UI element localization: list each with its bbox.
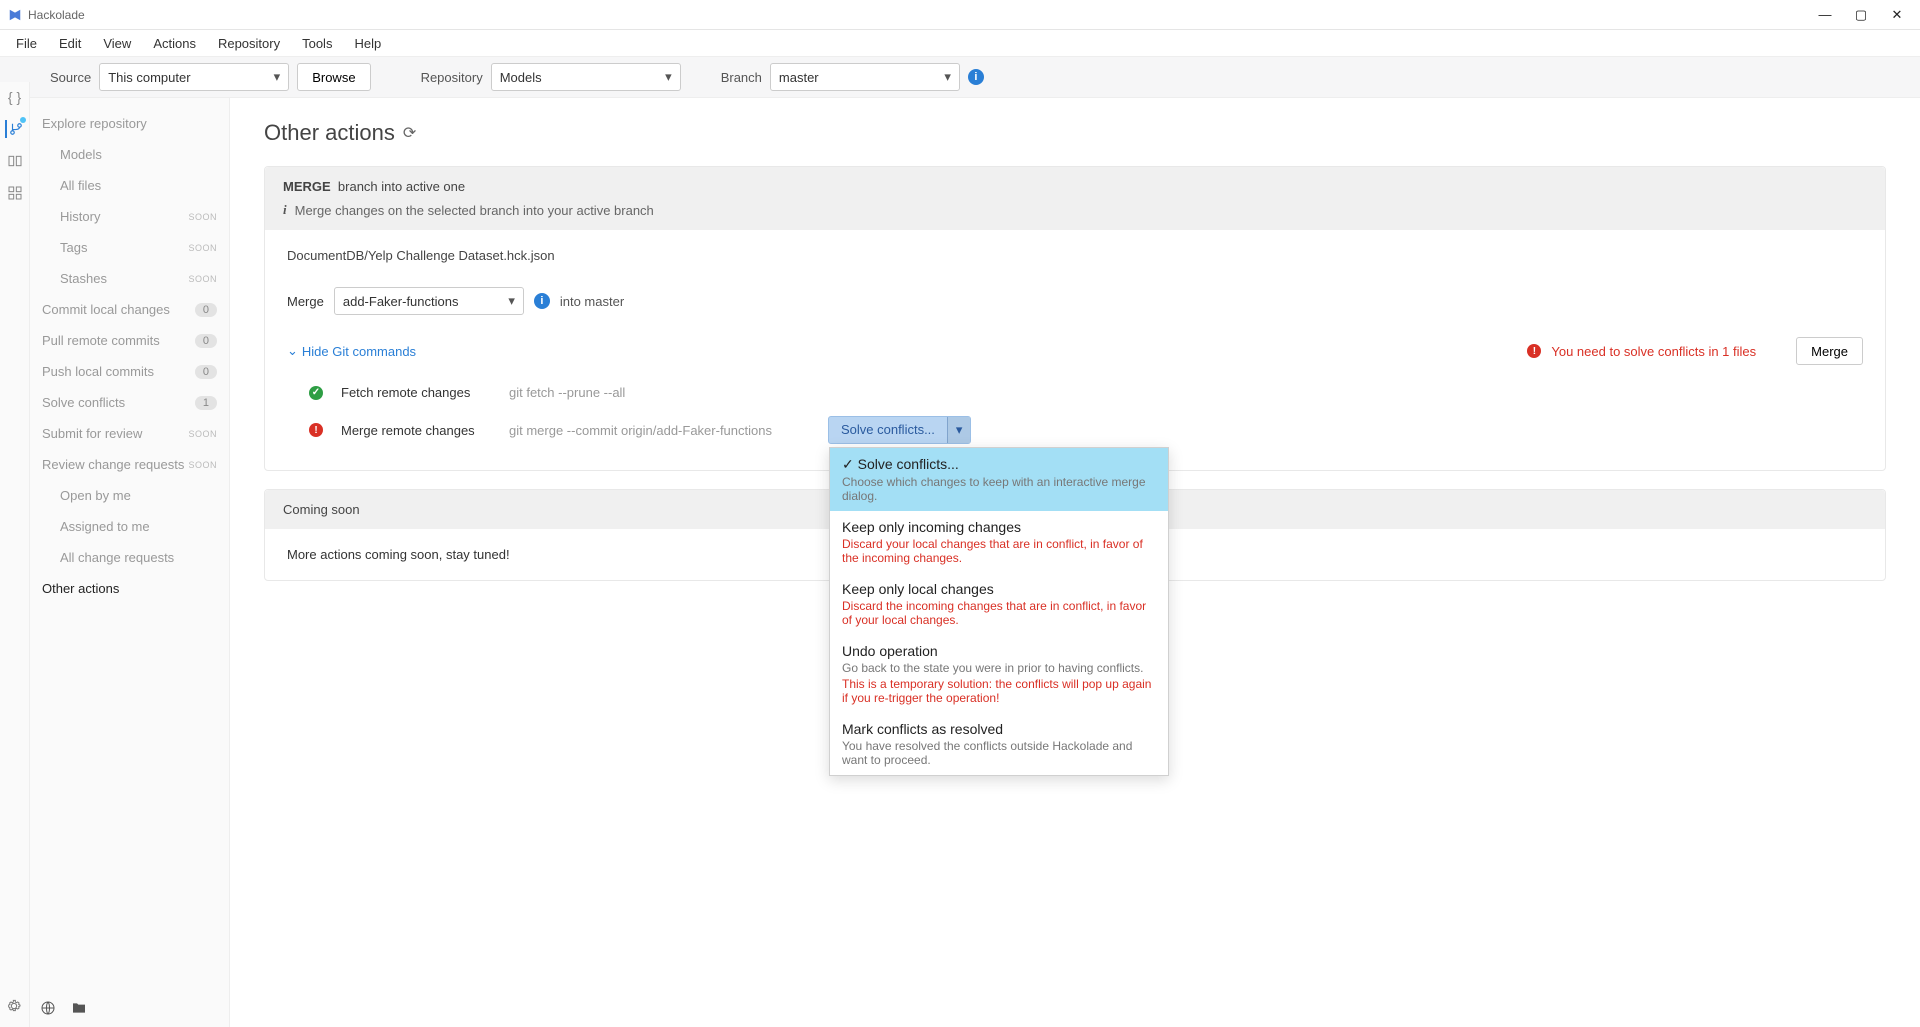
sidebar: Explore repository Models All files Hist… [30,98,230,1027]
sidebar-push[interactable]: Push local commits0 [30,356,229,387]
merge-label: Merge [287,294,324,309]
menu-actions[interactable]: Actions [143,34,206,53]
branch-select[interactable]: master [770,63,960,91]
sidebar-allcr[interactable]: All change requests [30,542,229,573]
menu-tools[interactable]: Tools [292,34,342,53]
merge-card: MERGE branch into active one iMerge chan… [264,166,1886,471]
dd-keep-incoming[interactable]: Keep only incoming changes Discard your … [830,511,1168,573]
menu-file[interactable]: File [6,34,47,53]
browse-button[interactable]: Browse [297,63,370,91]
settings-icon[interactable] [6,998,22,1017]
page-title: Other actions ⟳ [264,120,1886,146]
solve-conflicts-button[interactable]: Solve conflicts... ▾ ✓ Solve conflicts..… [828,416,971,444]
sidebar-stashes: StashesSOON [30,263,229,294]
dd-solve-conflicts[interactable]: ✓ Solve conflicts... Choose which change… [830,448,1168,511]
window-close[interactable]: ✕ [1890,8,1904,22]
warning-icon: ! [309,423,323,437]
info-icon[interactable]: i [968,69,984,85]
merge-remote-row: ! Merge remote changes git merge --commi… [287,408,1863,452]
repository-select[interactable]: Models [491,63,681,91]
dd-mark-resolved[interactable]: Mark conflicts as resolved You have reso… [830,713,1168,775]
fetch-row: ✓ Fetch remote changes git fetch --prune… [287,377,1863,408]
merge-card-desc: iMerge changes on the selected branch in… [283,202,1867,218]
check-icon: ✓ [309,386,323,400]
sidebar-solve[interactable]: Solve conflicts1 [30,387,229,418]
chevron-down-icon[interactable]: ▾ [947,417,971,443]
info-icon[interactable]: i [534,293,550,309]
sidebar-tags: TagsSOON [30,232,229,263]
dd-keep-local[interactable]: Keep only local changes Discard the inco… [830,573,1168,635]
grid-icon[interactable] [6,184,24,202]
menu-edit[interactable]: Edit [49,34,91,53]
sidebar-assigned[interactable]: Assigned to me [30,511,229,542]
hide-git-commands[interactable]: ⌄ Hide Git commands [287,343,416,359]
sidebar-review: Review change requestsSOON [30,449,229,480]
sidebar-submit: Submit for reviewSOON [30,418,229,449]
repository-label: Repository [421,70,483,85]
sidebar-models[interactable]: Models [30,139,229,170]
sidebar-commit[interactable]: Commit local changes0 [30,294,229,325]
sidebar-allfiles[interactable]: All files [30,170,229,201]
into-master-text: into master [560,294,624,309]
sidebar-explore[interactable]: Explore repository [30,108,229,139]
app-logo [8,8,22,22]
menu-help[interactable]: Help [344,34,391,53]
merge-button[interactable]: Merge [1796,337,1863,365]
braces-icon[interactable]: { } [6,88,24,106]
warning-icon: ! [1527,344,1541,358]
menu-repository[interactable]: Repository [208,34,290,53]
source-label: Source [50,70,91,85]
info-icon: i [283,202,287,218]
app-name: Hackolade [28,8,85,22]
toolbar: { } Source This computer Browse Reposito… [0,56,1920,98]
merge-branch-select[interactable]: add-Faker-functions [334,287,524,315]
globe-icon[interactable] [40,1000,56,1019]
compare-icon[interactable] [6,152,24,170]
branch-label: Branch [721,70,762,85]
main-content: Other actions ⟳ MERGE branch into active… [230,98,1920,1027]
conflict-warning: You need to solve conflicts in 1 files [1551,344,1756,359]
sidebar-pull[interactable]: Pull remote commits0 [30,325,229,356]
file-path: DocumentDB/Yelp Challenge Dataset.hck.js… [287,248,1863,263]
window-minimize[interactable]: — [1818,8,1832,22]
window-maximize[interactable]: ▢ [1854,8,1868,22]
refresh-icon[interactable]: ⟳ [403,123,416,143]
sidebar-other-actions[interactable]: Other actions [30,573,229,604]
menu-view[interactable]: View [93,34,141,53]
dd-undo[interactable]: Undo operation Go back to the state you … [830,635,1168,713]
merge-card-title: MERGE branch into active one [283,179,1867,194]
sidebar-open-by-me[interactable]: Open by me [30,480,229,511]
titlebar: Hackolade — ▢ ✕ [0,0,1920,30]
branch-icon[interactable] [5,120,23,138]
folder-icon[interactable] [70,1000,88,1019]
menubar: File Edit View Actions Repository Tools … [0,30,1920,56]
sidebar-history: HistorySOON [30,201,229,232]
source-select[interactable]: This computer [99,63,289,91]
solve-conflicts-dropdown: ✓ Solve conflicts... Choose which change… [829,447,1169,776]
